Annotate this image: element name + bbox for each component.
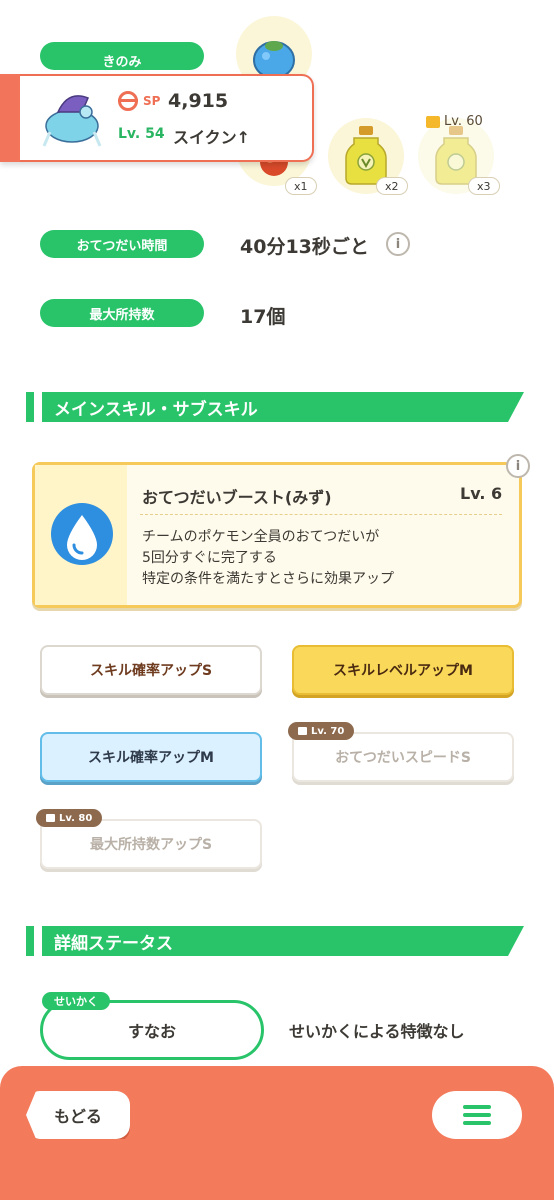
menu-button[interactable] xyxy=(432,1091,522,1139)
ingredient-lock-level: Lv. 60 xyxy=(426,114,483,129)
berry-label-pill: きのみ xyxy=(40,42,204,70)
suicune-avatar xyxy=(36,82,108,154)
sub-skill-4-lock-badge: Lv. 70 xyxy=(288,722,355,740)
nature-effect: せいかくによる特徴なし xyxy=(289,1022,465,1041)
suicune-icon xyxy=(42,95,102,147)
main-skill-level: Lv. 6 xyxy=(460,484,503,503)
details-section-header: 詳細ステータス xyxy=(0,926,554,956)
status-indicators xyxy=(398,30,508,56)
help-time-info-button[interactable]: i xyxy=(386,232,410,256)
lock-icon xyxy=(426,115,440,128)
ingredient-qty-2: x2 xyxy=(376,177,408,195)
skills-section-title: メインスキル・サブスキル xyxy=(42,392,524,422)
lock-icon xyxy=(46,814,55,822)
info-icon: i xyxy=(515,458,521,474)
sub-skill-2[interactable]: スキルレベルアップM xyxy=(292,645,514,695)
water-drop-icon xyxy=(51,503,113,565)
berry-label: きのみ xyxy=(102,54,142,70)
sp-label: SP xyxy=(143,94,161,108)
section-accent-bar xyxy=(26,392,34,422)
ingredient-qty-1: x1 xyxy=(285,177,317,195)
lock-icon xyxy=(298,727,307,735)
sub-skill-3[interactable]: スキル確率アップM xyxy=(40,732,262,782)
main-skill-description: チームのポケモン全員のおてつだいが 5回分すぐに完了する 特定の条件を満たすとさ… xyxy=(142,529,394,587)
skills-section-header: メインスキル・サブスキル xyxy=(0,392,554,422)
skill-divider xyxy=(140,514,502,515)
pokemon-level: Lv. 54 xyxy=(118,126,165,142)
sp-value: 4,915 xyxy=(168,90,229,112)
popup-accent-stripe xyxy=(0,74,20,162)
section-accent-bar xyxy=(26,926,34,956)
sub-skill-1[interactable]: スキル確率アップS xyxy=(40,645,262,695)
hamburger-icon xyxy=(463,1105,491,1125)
max-carry-label: 最大所持数 xyxy=(40,299,204,327)
main-skill-info-button[interactable]: i xyxy=(506,454,530,478)
details-section-title: 詳細ステータス xyxy=(42,926,524,956)
max-carry-value: 17個 xyxy=(240,306,286,328)
main-skill-name: おてつだいブースト(みず) xyxy=(142,488,332,507)
pokemon-name: スイクン↑ xyxy=(173,128,251,147)
info-icon: i xyxy=(395,236,401,252)
sub-skill-5-lock-badge: Lv. 80 xyxy=(36,809,103,827)
pokeball-icon xyxy=(118,91,138,111)
nature-tag: せいかく xyxy=(42,992,110,1010)
ingredient-qty-3: x3 xyxy=(468,177,500,195)
help-time-label: おてつだい時間 xyxy=(40,230,204,258)
back-button[interactable]: もどる xyxy=(26,1091,130,1139)
help-time-value: 40分13秒ごと xyxy=(240,236,369,258)
